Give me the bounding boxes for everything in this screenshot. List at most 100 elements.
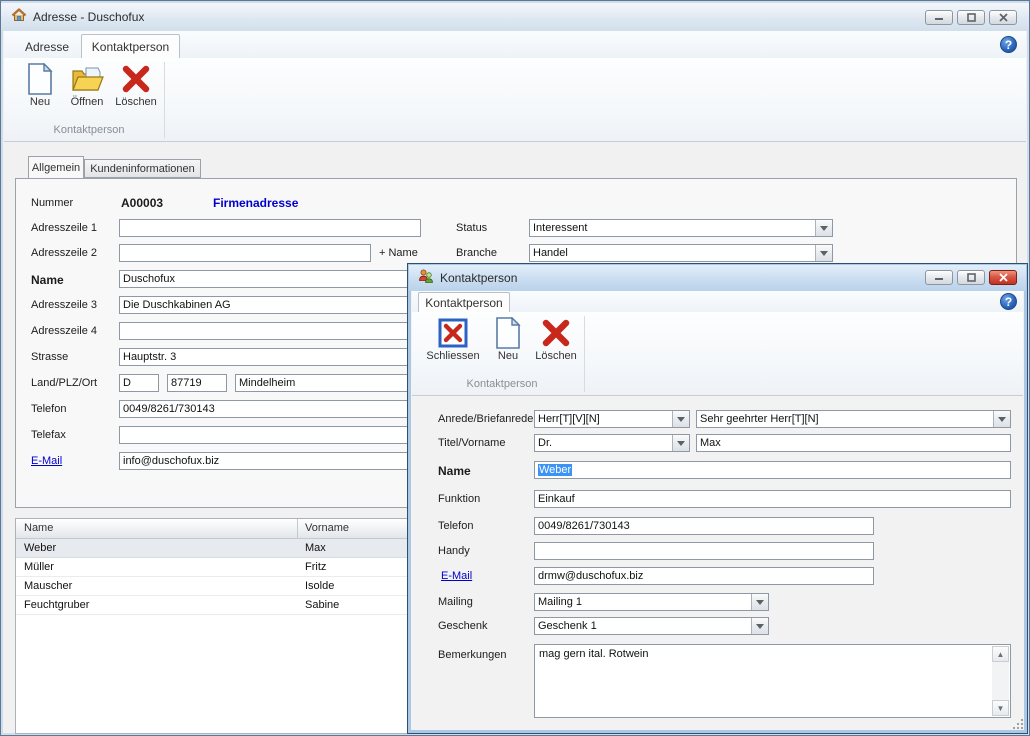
bemerkungen-textarea[interactable]: mag gern ital. Rotwein ▲ ▼: [534, 644, 1011, 718]
branche-combo[interactable]: Handel: [529, 244, 833, 262]
mailing-value: Mailing 1: [538, 596, 748, 608]
briefanrede-combo[interactable]: Sehr geehrter Herr[T][N]: [696, 410, 1011, 428]
handy-input[interactable]: [534, 542, 874, 560]
scroll-up-icon[interactable]: ▲: [992, 646, 1009, 662]
titel-vorname-label: Titel/Vorname: [438, 437, 505, 449]
telefon-input[interactable]: [119, 400, 427, 418]
adresszeile1-label: Adresszeile 1: [31, 222, 97, 234]
selected-text: Weber: [538, 464, 572, 476]
anrede-value: Herr[T][V][N]: [538, 413, 669, 425]
home-icon: [11, 7, 27, 28]
anrede-label: Anrede/Briefanrede: [438, 413, 533, 425]
cell-vorname: Sabine: [305, 599, 339, 611]
chevron-down-icon[interactable]: [993, 411, 1010, 427]
nummer-label: Nummer: [31, 197, 73, 209]
scrollbar[interactable]: ▲ ▼: [992, 646, 1009, 716]
new-document-icon: [495, 316, 521, 350]
tab-adresse-label: Adresse: [25, 40, 69, 54]
status-value: Interessent: [533, 222, 812, 234]
dialog-name-input[interactable]: Weber: [534, 461, 1011, 479]
chevron-down-icon[interactable]: [751, 594, 768, 610]
dialog-email-link[interactable]: E-Mail: [441, 570, 472, 582]
branche-value: Handel: [533, 247, 812, 259]
geschenk-combo[interactable]: Geschenk 1: [534, 617, 769, 635]
dialog-telefon-input[interactable]: [534, 517, 874, 535]
dialog-email-input[interactable]: [534, 567, 874, 585]
chevron-down-icon[interactable]: [751, 618, 768, 634]
schliessen-button[interactable]: Schliessen: [424, 316, 482, 362]
titel-combo[interactable]: Dr.: [534, 434, 690, 452]
chevron-down-icon[interactable]: [672, 411, 689, 427]
mailing-combo[interactable]: Mailing 1: [534, 593, 769, 611]
neu-button[interactable]: Neu: [18, 62, 62, 108]
tab-allgemein-label: Allgemein: [32, 162, 80, 174]
dialog-close-button[interactable]: [989, 270, 1017, 285]
chevron-down-icon[interactable]: [815, 245, 832, 261]
minimize-button[interactable]: [925, 10, 953, 25]
close-button[interactable]: [989, 10, 1017, 25]
resize-grip[interactable]: [1013, 719, 1023, 729]
neu-button-label: Neu: [30, 96, 50, 108]
dialog-tab-label: Kontaktperson: [425, 296, 502, 310]
branche-label: Branche: [456, 247, 497, 259]
dialog-maximize-button[interactable]: [957, 270, 985, 285]
geschenk-value: Geschenk 1: [538, 620, 748, 632]
dialog-ribbon-group-label: Kontaktperson: [424, 378, 580, 390]
land-input[interactable]: [119, 374, 159, 392]
adresszeile4-label: Adresszeile 4: [31, 325, 97, 337]
anrede-combo[interactable]: Herr[T][V][N]: [534, 410, 690, 428]
column-divider[interactable]: [297, 519, 298, 538]
chevron-down-icon[interactable]: [672, 435, 689, 451]
chevron-down-icon[interactable]: [815, 220, 832, 236]
cell-vorname: Fritz: [305, 561, 326, 573]
plz-input[interactable]: [167, 374, 227, 392]
tab-kundeninformationen[interactable]: Kundeninformationen: [84, 159, 201, 178]
funktion-input[interactable]: [534, 490, 1011, 508]
maximize-button[interactable]: [957, 10, 985, 25]
name-input[interactable]: [119, 270, 427, 288]
firmenadresse-link[interactable]: Firmenadresse: [213, 196, 298, 210]
tab-allgemein[interactable]: Allgemein: [28, 156, 84, 179]
contact-person-icon: [418, 268, 434, 289]
dialog-ribbon-group-separator: [584, 316, 585, 392]
geschenk-label: Geschenk: [438, 620, 488, 632]
status-label: Status: [456, 222, 487, 234]
telefax-input[interactable]: [119, 426, 427, 444]
loeschen-button[interactable]: Löschen: [112, 62, 160, 108]
tab-kontaktperson[interactable]: Kontaktperson: [81, 34, 180, 59]
dialog-minimize-button[interactable]: [925, 270, 953, 285]
email-input[interactable]: [119, 452, 427, 470]
ort-input[interactable]: [235, 374, 427, 392]
strasse-label: Strasse: [31, 351, 68, 363]
land-plz-ort-label: Land/PLZ/Ort: [31, 377, 97, 389]
column-header-vorname[interactable]: Vorname: [305, 522, 349, 534]
dialog-tab-kontaktperson[interactable]: Kontaktperson: [418, 292, 510, 312]
adresszeile3-input[interactable]: [119, 296, 427, 314]
dialog-neu-button[interactable]: Neu: [488, 316, 528, 362]
dialog-help-icon[interactable]: ?: [1000, 293, 1017, 310]
scroll-down-icon[interactable]: ▼: [992, 700, 1009, 716]
bemerkungen-value: mag gern ital. Rotwein: [539, 648, 988, 660]
tab-adresse[interactable]: Adresse: [15, 35, 79, 58]
dialog-telefon-label: Telefon: [438, 520, 473, 532]
mailing-label: Mailing: [438, 596, 473, 608]
strasse-input[interactable]: [119, 348, 427, 366]
telefon-label: Telefon: [31, 403, 66, 415]
adresszeile1-input[interactable]: [119, 219, 421, 237]
dialog-name-label: Name: [438, 464, 471, 478]
adresszeile4-input[interactable]: [119, 322, 427, 340]
delete-x-icon: [541, 316, 571, 350]
main-titlebar[interactable]: Adresse - Duschofux: [1, 3, 1029, 31]
loeschen-button-label: Löschen: [115, 96, 157, 108]
help-icon[interactable]: ?: [1000, 36, 1017, 53]
column-header-name[interactable]: Name: [24, 522, 53, 534]
dialog-loeschen-button[interactable]: Löschen: [532, 316, 580, 362]
adresszeile2-input[interactable]: [119, 244, 371, 262]
vorname-input[interactable]: [696, 434, 1011, 452]
oeffnen-button[interactable]: Öffnen: [64, 62, 110, 108]
tab-kontaktperson-label: Kontaktperson: [92, 40, 169, 54]
telefax-label: Telefax: [31, 429, 66, 441]
email-link[interactable]: E-Mail: [31, 455, 62, 467]
status-combo[interactable]: Interessent: [529, 219, 833, 237]
delete-x-icon: [121, 62, 151, 96]
